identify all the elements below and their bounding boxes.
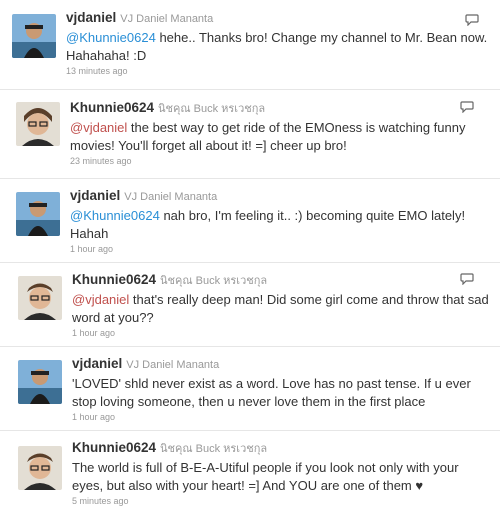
person-avatar-blue-icon [12,14,56,58]
tweet-text: @vjdaniel the best way to get ride of th… [70,119,490,154]
divider [0,346,500,347]
reply-icon[interactable] [460,273,474,285]
avatar[interactable] [16,102,60,146]
divider [0,262,500,263]
tweet-header: vjdaniel VJ Daniel Mananta [72,356,490,373]
tweet: Khunnie0624 นิชคุณ Buck หรเวชกุล @vjdanie… [0,264,500,346]
avatar[interactable] [16,192,60,236]
tweet-content: vjdaniel VJ Daniel Mananta 'LOVED' shld n… [72,356,490,422]
screen-name[interactable]: vjdaniel [72,356,122,371]
timestamp[interactable]: 1 hour ago [70,244,490,254]
tweet-header: Khunnie0624 นิชคุณ Buck หรเวชกุล [72,272,490,289]
avatar[interactable] [18,446,62,490]
timestamp[interactable]: 1 hour ago [72,328,490,338]
tweet: Khunnie0624 นิชคุณ Buck หรเวชกุล The worl… [0,432,500,522]
tweet-header: vjdaniel VJ Daniel Mananta [66,10,490,27]
tweet-header: vjdaniel VJ Daniel Mananta [70,188,490,205]
full-name: นิชคุณ Buck หรเวชกุล [160,275,268,287]
tweet-text: The world is full of B-E-A-Utiful people… [72,459,490,494]
avatar[interactable] [18,276,62,320]
tweet-text: 'LOVED' shld never exist as a word. Love… [72,375,490,410]
divider [0,178,500,179]
timestamp[interactable]: 13 minutes ago [66,66,490,76]
tweet-content: vjdaniel VJ Daniel Mananta @Khunnie0624 n… [70,188,490,254]
screen-name[interactable]: Khunnie0624 [70,100,154,115]
tweet-body: the best way to get ride of the EMOness … [70,120,466,153]
tweet-content: vjdaniel VJ Daniel Mananta @Khunnie0624 h… [66,10,490,76]
mention-link[interactable]: @Khunnie0624 [66,30,156,45]
tweet-text: @Khunnie0624 nah bro, I'm feeling it.. :… [70,207,490,242]
divider [0,430,500,431]
tweet-body: that's really deep man! Did some girl co… [72,292,489,325]
reply-icon[interactable] [460,101,474,113]
tweet: vjdaniel VJ Daniel Mananta @Khunnie0624 h… [0,0,500,88]
mention-link[interactable]: @vjdaniel [70,120,127,135]
screen-name[interactable]: vjdaniel [70,188,120,203]
full-name: VJ Daniel Mananta [120,13,214,25]
tweet-content: Khunnie0624 นิชคุณ Buck หรเวชกุล @vjdanie… [70,100,490,166]
screen-name[interactable]: Khunnie0624 [72,440,156,455]
tweet-body: The world is full of B-E-A-Utiful people… [72,460,459,493]
full-name: นิชคุณ Buck หรเวชกุล [158,103,266,115]
full-name: VJ Daniel Mananta [126,359,220,371]
avatar[interactable] [18,360,62,404]
full-name: VJ Daniel Mananta [124,191,218,203]
person-avatar-glasses-icon [16,102,60,146]
person-avatar-blue-icon [18,360,62,404]
tweet-header: Khunnie0624 นิชคุณ Buck หรเวชกุล [70,100,490,117]
tweet-body: 'LOVED' shld never exist as a word. Love… [72,376,471,409]
timestamp[interactable]: 1 hour ago [72,412,490,422]
screen-name[interactable]: vjdaniel [66,10,116,25]
person-avatar-glasses-icon [18,276,62,320]
tweet-text: @vjdaniel that's really deep man! Did so… [72,291,490,326]
timestamp[interactable]: 5 minutes ago [72,496,490,506]
screen-name[interactable]: Khunnie0624 [72,272,156,287]
tweet: vjdaniel VJ Daniel Mananta 'LOVED' shld n… [0,348,500,430]
person-avatar-blue-icon [16,192,60,236]
mention-link[interactable]: @vjdaniel [72,292,129,307]
tweet-content: Khunnie0624 นิชคุณ Buck หรเวชกุล @vjdanie… [72,272,490,338]
mention-link[interactable]: @Khunnie0624 [70,208,160,223]
tweet: Khunnie0624 นิชคุณ Buck หรเวชกุล @vjdanie… [0,90,500,178]
tweet: vjdaniel VJ Daniel Mananta @Khunnie0624 n… [0,180,500,262]
tweet-content: Khunnie0624 นิชคุณ Buck หรเวชกุล The worl… [72,440,490,506]
tweet-header: Khunnie0624 นิชคุณ Buck หรเวชกุล [72,440,490,457]
tweet-text: @Khunnie0624 hehe.. Thanks bro! Change m… [66,29,490,64]
person-avatar-glasses-icon [18,446,62,490]
full-name: นิชคุณ Buck หรเวชกุล [160,443,268,455]
timestamp[interactable]: 23 minutes ago [70,156,490,166]
avatar[interactable] [12,14,56,58]
reply-icon[interactable] [465,14,479,26]
